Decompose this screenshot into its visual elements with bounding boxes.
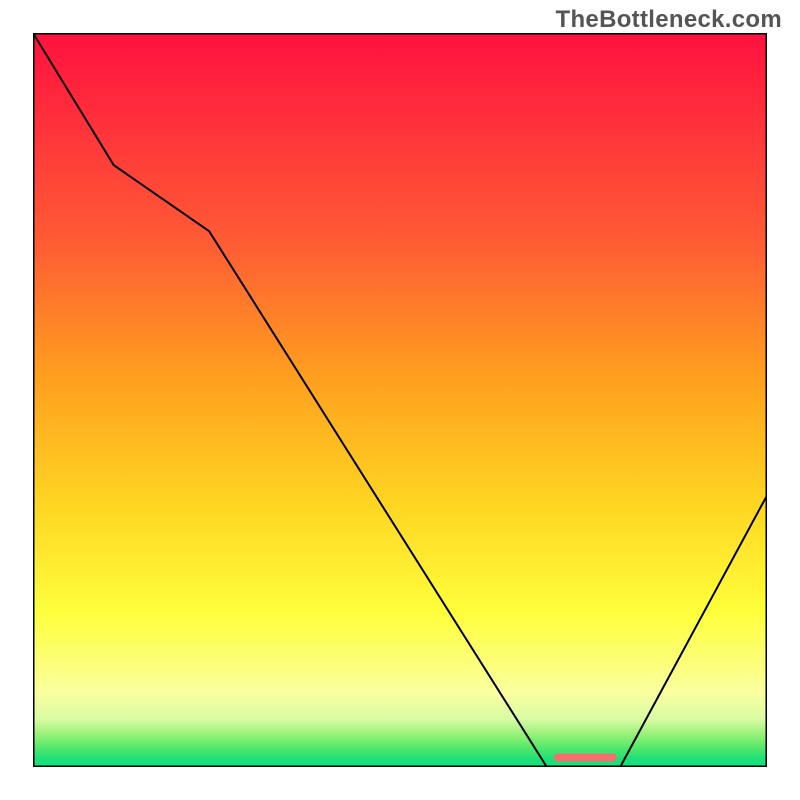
chart-svg xyxy=(33,33,767,767)
plot-area xyxy=(33,33,767,767)
watermark-text: TheBottleneck.com xyxy=(556,6,782,34)
chart-container: TheBottleneck.com xyxy=(0,0,800,800)
gradient-background xyxy=(33,33,767,767)
